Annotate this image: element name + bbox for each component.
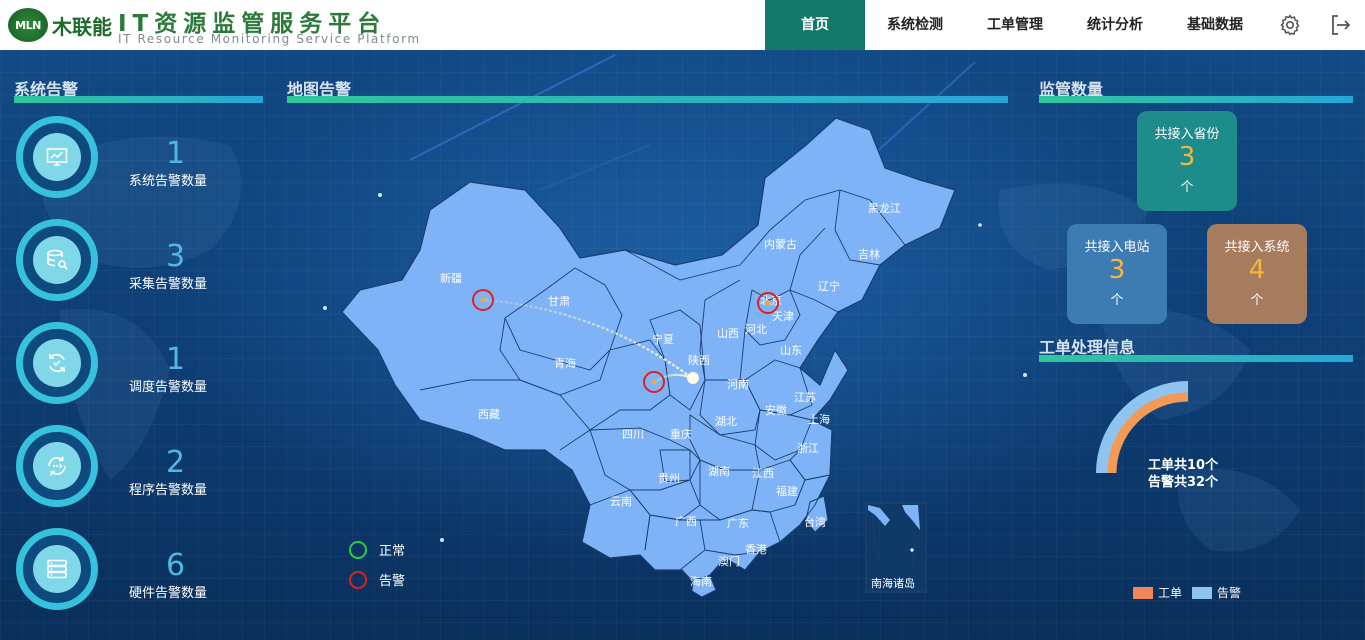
province-label: 云南 [610,495,632,508]
province-label: 吉林 [858,247,880,261]
province-label: 福建 [776,484,798,498]
marker-center [480,297,486,303]
main-nav: 首页 系统检测 工单管理 统计分析 基础数据 [765,0,1265,50]
legend-alarm: 告警 [349,570,405,589]
legend-normal-label: 正常 [379,544,406,559]
province-label: 广东 [727,517,749,530]
province-label: 澳门 [718,554,740,568]
nav-statistics[interactable]: 统计分析 [1065,0,1165,50]
work-order-title-bar [1039,355,1353,362]
province-label: 西藏 [478,408,500,421]
south-china-sea-inset[interactable]: 南海诸岛 [865,502,927,593]
card-unit: 个 [1110,293,1124,308]
province-label: 贵州 [658,472,680,485]
province-label: 河南 [727,378,749,391]
top-header: MLN 木联能 IT资源监管服务平台 IT Resource Monitorin… [0,0,1365,50]
dashboard-main: 系统告警 1 系统告警数量 3 采集告警数量 1 调度告警数量 2 程序告警数量… [0,50,1365,640]
card-value: 3 [1108,255,1126,285]
province-label: 四川 [622,428,644,441]
supervision-title-bar [1039,96,1353,103]
province-label: 山西 [717,327,739,340]
card-unit: 个 [1250,293,1264,308]
gear-icon[interactable] [1278,13,1302,37]
card-value: 3 [1178,142,1196,172]
province-label: 上海 [808,412,830,426]
legend-label: 工单 [1158,586,1183,600]
nav-home[interactable]: 首页 [765,0,865,50]
inset-label: 南海诸岛 [871,576,915,590]
logout-icon[interactable] [1328,13,1352,37]
marker-center [765,300,771,306]
province-label: 新疆 [440,271,462,285]
legend-normal-ring [349,540,367,559]
province-label: 天津 [772,310,794,323]
brand-name: 木联能 [52,15,112,39]
nav-work-order[interactable]: 工单管理 [965,0,1065,50]
app-subtitle: IT Resource Monitoring Service Platform [118,32,421,46]
legend-alarm-ring [349,570,367,589]
company-logo: MLN [8,8,48,42]
province-label: 香港 [745,543,767,556]
card-value: 4 [1248,255,1266,285]
legend-swatch [1192,586,1212,599]
province-label: 重庆 [670,427,692,441]
province-label: 河北 [745,323,767,336]
card-title: 共接入省份 [1154,127,1220,142]
province-label: 宁夏 [652,332,674,346]
province-label: 广西 [675,515,697,528]
legend-alarm-total: 告警 [1192,584,1241,601]
flow-target-dot [687,372,699,384]
card-stations[interactable]: 共接入电站 3 个 [1067,224,1167,324]
card-title: 共接入系统 [1224,240,1290,255]
nav-system-check[interactable]: 系统检测 [865,0,965,50]
province-label: 甘肃 [548,295,570,308]
province-label: 安徽 [765,403,787,417]
legend-normal: 正常 [349,540,405,559]
province-label: 江苏 [794,391,816,404]
province-label: 黑龙江 [868,202,901,215]
province-label: 山东 [780,344,802,357]
legend-label: 告警 [1217,586,1242,600]
province-label: 辽宁 [818,279,840,293]
card-systems[interactable]: 共接入系统 4 个 [1207,224,1307,324]
province-label: 江西 [752,467,774,480]
province-label: 湖南 [708,465,730,478]
nav-basic-data[interactable]: 基础数据 [1165,0,1265,50]
logo-text: MLN [15,18,41,32]
alarm-total-text: 告警共32个 [1148,475,1219,490]
legend-swatch [1133,586,1153,599]
province-label: 浙江 [797,442,819,455]
province-label: 海南 [690,574,712,588]
province-label: 陕西 [688,353,710,367]
card-provinces[interactable]: 共接入省份 3 个 [1137,111,1237,211]
province-label: 湖北 [715,415,737,428]
province-label: 青海 [554,356,576,370]
legend-work-order: 工单 [1133,584,1182,601]
card-title: 共接入电站 [1084,240,1150,255]
legend-alarm-label: 告警 [379,574,406,589]
card-unit: 个 [1180,180,1194,195]
province-label: 内蒙古 [764,237,797,251]
marker-center [651,379,657,385]
province-label: 台湾 [804,515,826,529]
